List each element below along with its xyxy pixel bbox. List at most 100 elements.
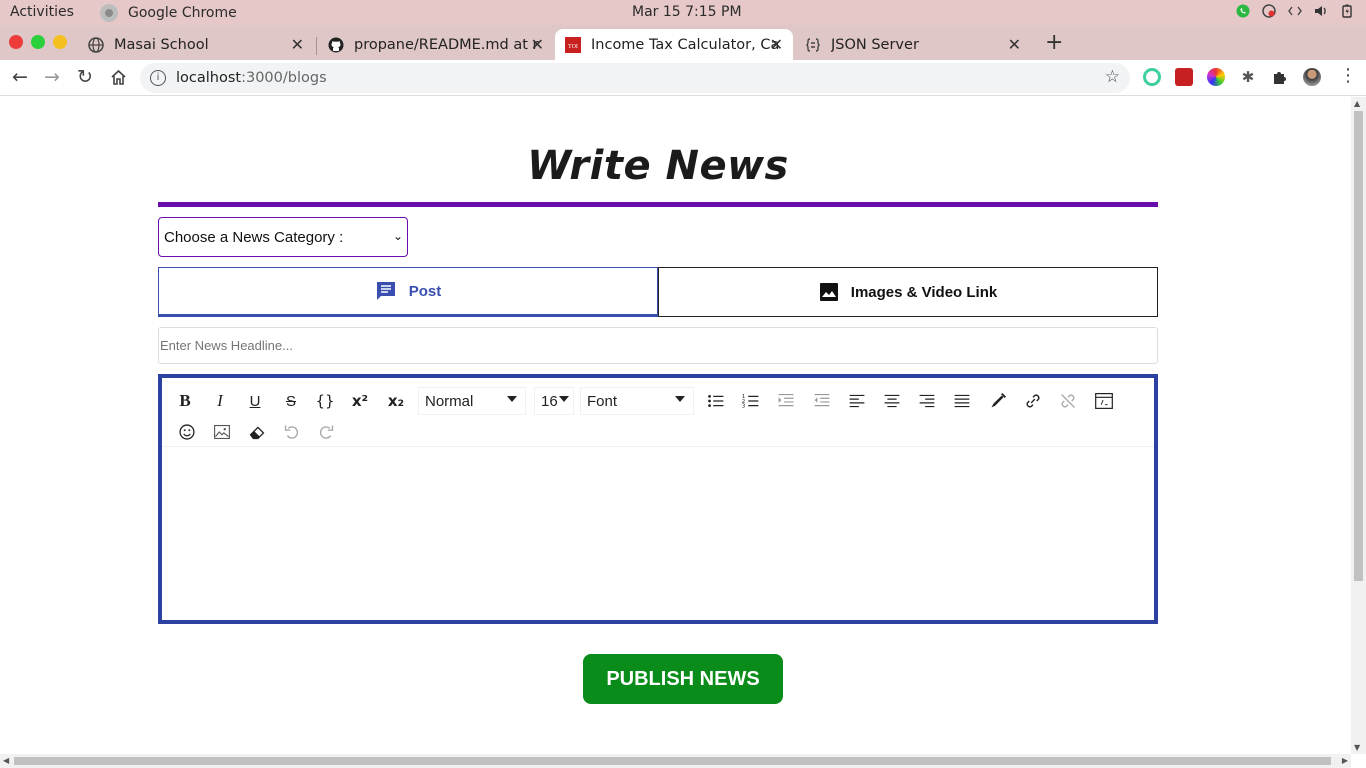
- github-icon: [328, 37, 344, 52]
- horizontal-scroll-thumb[interactable]: [14, 757, 1331, 765]
- insert-image-icon[interactable]: [209, 419, 235, 445]
- publish-button-label: PUBLISH NEWS: [606, 667, 760, 690]
- italic-icon[interactable]: I: [207, 388, 233, 414]
- page-content: Write News Choose a News Category : ⌄ Po…: [0, 97, 1351, 754]
- close-tab-icon[interactable]: ✕: [531, 35, 544, 54]
- battery-icon[interactable]: [1340, 4, 1354, 18]
- tab-images-video-link[interactable]: Images & Video Link: [658, 267, 1158, 317]
- scroll-right-icon[interactable]: ▶: [1342, 756, 1348, 765]
- rich-text-editor[interactable]: B I U S {} x² x₂ Normal 16 Font 123: [158, 374, 1158, 624]
- align-center-icon[interactable]: [879, 388, 905, 414]
- bookmark-star-icon[interactable]: ☆: [1105, 67, 1120, 87]
- block-type-dropdown[interactable]: Normal: [418, 387, 526, 415]
- tab-label: propane/README.md at r: [354, 36, 539, 53]
- tab-masai-school[interactable]: Masai School ✕: [78, 29, 314, 60]
- json-icon: [806, 37, 820, 52]
- text-color-icon[interactable]: [985, 388, 1011, 414]
- headline-placeholder: Enter News Headline...: [160, 338, 293, 353]
- outdent-icon[interactable]: [809, 388, 835, 414]
- screen-record-icon[interactable]: [1262, 4, 1276, 18]
- category-select-value: Choose a News Category :: [164, 228, 344, 246]
- globe-icon: [88, 36, 104, 53]
- close-tab-icon[interactable]: ✕: [291, 35, 304, 54]
- extension-red-icon[interactable]: [1175, 68, 1193, 86]
- url-path: :3000/blogs: [241, 70, 327, 86]
- clock[interactable]: Mar 15 7:15 PM: [632, 4, 742, 20]
- reload-icon[interactable]: ↻: [77, 66, 93, 88]
- network-icon[interactable]: [1288, 4, 1302, 18]
- browser-menu-icon[interactable]: ⋮: [1339, 65, 1357, 86]
- app-menu[interactable]: Google Chrome: [100, 4, 237, 22]
- extension-ring-icon[interactable]: [1143, 68, 1161, 86]
- underline-icon[interactable]: U: [242, 388, 268, 414]
- tab-post[interactable]: Post: [158, 267, 658, 317]
- code-icon[interactable]: {}: [312, 388, 338, 414]
- unlink-icon[interactable]: [1055, 388, 1081, 414]
- unordered-list-icon[interactable]: [703, 388, 729, 414]
- comment-icon: [376, 282, 395, 300]
- url-host: localhost: [176, 70, 242, 86]
- emoji-icon[interactable]: [174, 419, 200, 445]
- publish-news-button[interactable]: PUBLISH NEWS: [583, 654, 783, 704]
- title-underline: [158, 202, 1158, 207]
- tab-post-label: Post: [408, 282, 442, 300]
- close-tab-icon[interactable]: ✕: [770, 35, 783, 54]
- close-window-button[interactable]: [9, 35, 23, 49]
- app-name-label: Google Chrome: [128, 5, 237, 21]
- link-icon[interactable]: [1020, 388, 1046, 414]
- system-tray[interactable]: [1236, 4, 1354, 18]
- indent-icon[interactable]: [773, 388, 799, 414]
- redo-icon[interactable]: [313, 419, 339, 445]
- chrome-icon: [100, 4, 118, 22]
- whatsapp-icon[interactable]: [1236, 4, 1250, 18]
- site-info-icon[interactable]: i: [150, 70, 166, 86]
- strikethrough-icon[interactable]: S: [278, 388, 304, 414]
- news-category-select[interactable]: Choose a News Category : ⌄: [158, 217, 408, 257]
- eraser-icon[interactable]: [244, 419, 270, 445]
- browser-toolbar: ← → ↻ i localhost:3000/blogs ☆ ✱ ⋮: [0, 60, 1366, 96]
- activities-button[interactable]: Activities: [10, 4, 74, 20]
- home-icon[interactable]: [110, 69, 127, 86]
- embed-icon[interactable]: [1091, 388, 1117, 414]
- extension-bug-icon[interactable]: ✱: [1239, 68, 1257, 86]
- vertical-scroll-thumb[interactable]: [1354, 111, 1363, 581]
- svg-text:TOI: TOI: [568, 44, 578, 50]
- superscript-icon[interactable]: x²: [347, 388, 373, 414]
- extension-color-wheel-icon[interactable]: [1207, 68, 1225, 86]
- scroll-left-icon[interactable]: ◀: [3, 756, 9, 765]
- minimize-window-button[interactable]: [53, 35, 67, 49]
- font-family-dropdown[interactable]: Font: [580, 387, 694, 415]
- profile-avatar[interactable]: [1303, 68, 1321, 86]
- scroll-down-icon[interactable]: ▼: [1354, 743, 1360, 752]
- news-headline-input[interactable]: Enter News Headline...: [158, 327, 1158, 364]
- close-tab-icon[interactable]: ✕: [1008, 35, 1021, 54]
- align-left-icon[interactable]: [844, 388, 870, 414]
- extensions-puzzle-icon[interactable]: [1271, 68, 1289, 86]
- tab-json-server[interactable]: JSON Server ✕: [795, 29, 1031, 60]
- new-tab-icon[interactable]: +: [1045, 30, 1063, 55]
- font-size-value: 16: [541, 392, 558, 410]
- align-justify-icon[interactable]: [949, 388, 975, 414]
- align-right-icon[interactable]: [914, 388, 940, 414]
- maximize-window-button[interactable]: [31, 35, 45, 49]
- chevron-down-icon: [507, 396, 517, 402]
- volume-icon[interactable]: [1314, 4, 1328, 18]
- tab-label: JSON Server: [831, 36, 919, 53]
- tab-label: Masai School: [114, 36, 209, 53]
- subscript-icon[interactable]: x₂: [383, 388, 409, 414]
- address-bar[interactable]: i localhost:3000/blogs ☆: [140, 63, 1130, 93]
- tab-github-readme[interactable]: propane/README.md at r ✕: [318, 29, 554, 60]
- scroll-up-icon[interactable]: ▲: [1354, 99, 1360, 108]
- tab-income-tax-calculator[interactable]: TOI Income Tax Calculator, Ca ✕: [555, 29, 793, 60]
- back-icon[interactable]: ←: [12, 66, 28, 88]
- forward-icon[interactable]: →: [44, 66, 60, 88]
- block-type-value: Normal: [425, 392, 474, 410]
- vertical-scrollbar[interactable]: ▲ ▼: [1351, 97, 1366, 754]
- bold-icon[interactable]: B: [172, 388, 198, 414]
- horizontal-scrollbar[interactable]: ◀ ▶: [0, 754, 1351, 768]
- page-title: Write News: [527, 143, 789, 189]
- ordered-list-icon[interactable]: 123: [738, 388, 764, 414]
- font-size-dropdown[interactable]: 16: [534, 387, 574, 415]
- os-top-bar: Activities Google Chrome Mar 15 7:15 PM: [0, 0, 1366, 25]
- undo-icon[interactable]: [279, 419, 305, 445]
